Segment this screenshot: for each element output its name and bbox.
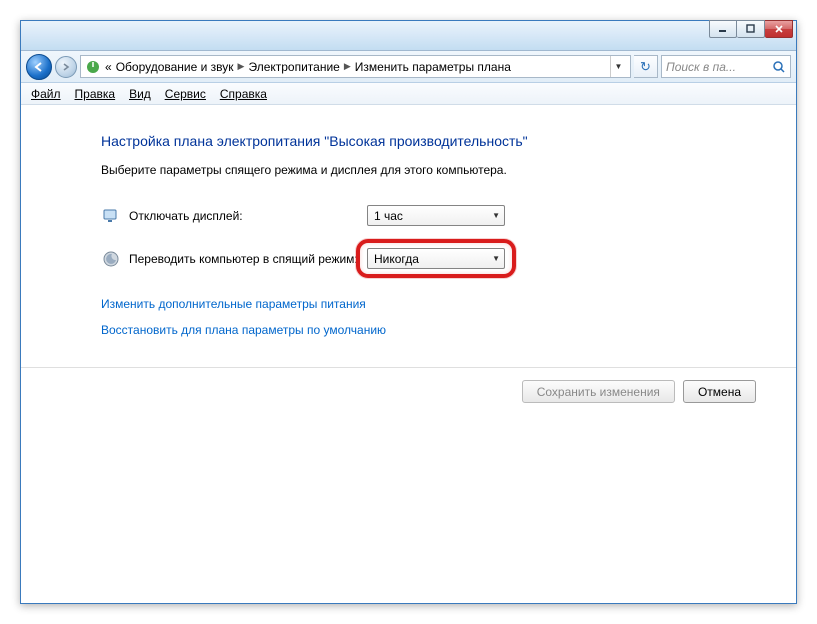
cancel-button[interactable]: Отмена [683,380,756,403]
chevron-down-icon: ▼ [492,211,500,220]
sleep-value: Никогда [374,252,419,266]
chevron-down-icon: ▼ [492,254,500,263]
maximize-icon [746,24,756,34]
breadcrumb-prefix: « [105,60,112,74]
advanced-settings-link[interactable]: Изменить дополнительные параметры питани… [101,297,756,311]
window-controls [709,21,793,38]
sleep-label: Переводить компьютер в спящий режим: [129,252,367,266]
page-title: Настройка плана электропитания "Высокая … [101,133,756,149]
menu-bar: Файл Правка Вид Сервис Справка [21,83,796,105]
content-area: Настройка плана электропитания "Высокая … [21,105,796,603]
menu-edit[interactable]: Правка [69,85,122,103]
chevron-right-icon: ▶ [344,61,351,72]
page-subtitle: Выберите параметры спящего режима и дисп… [101,163,756,177]
display-off-value: 1 час [374,209,403,223]
setting-display-off: Отключать дисплей: 1 час ▼ [101,205,756,226]
menu-view[interactable]: Вид [123,85,157,103]
close-button[interactable] [765,20,793,38]
setting-sleep: Переводить компьютер в спящий режим: Ник… [101,248,756,269]
address-bar: « Оборудование и звук ▶ Электропитание ▶… [21,51,796,83]
menu-file[interactable]: Файл [25,85,67,103]
sleep-combo[interactable]: Никогда ▼ [367,248,505,269]
monitor-icon [101,206,121,226]
arrow-left-icon [33,61,45,73]
close-icon [774,24,784,34]
highlight-annotation: Никогда ▼ [356,239,516,278]
control-panel-window: « Оборудование и звук ▶ Электропитание ▶… [20,20,797,604]
breadcrumb-item[interactable]: Электропитание [248,60,339,74]
forward-button[interactable] [55,56,77,78]
breadcrumb-item[interactable]: Изменить параметры плана [355,60,511,74]
refresh-icon: ↻ [640,59,651,75]
minimize-icon [718,24,728,34]
save-button[interactable]: Сохранить изменения [522,380,675,403]
breadcrumb-dropdown[interactable]: ▼ [610,56,626,77]
minimize-button[interactable] [709,20,737,38]
breadcrumb-item[interactable]: Оборудование и звук [116,60,234,74]
power-plan-icon [85,59,101,75]
menu-help[interactable]: Справка [214,85,273,103]
restore-defaults-link[interactable]: Восстановить для плана параметры по умол… [101,323,756,337]
button-row: Сохранить изменения Отмена [21,367,796,415]
search-icon [772,60,786,74]
search-placeholder: Поиск в па... [666,60,736,74]
display-off-combo[interactable]: 1 час ▼ [367,205,505,226]
titlebar [21,21,796,51]
links-block: Изменить дополнительные параметры питани… [101,297,756,337]
moon-icon [101,249,121,269]
chevron-right-icon: ▶ [238,61,245,72]
back-button[interactable] [26,54,52,80]
arrow-right-icon [61,62,71,72]
menu-tools[interactable]: Сервис [159,85,212,103]
breadcrumb[interactable]: « Оборудование и звук ▶ Электропитание ▶… [80,55,631,78]
refresh-button[interactable]: ↻ [634,55,658,78]
maximize-button[interactable] [737,20,765,38]
display-off-label: Отключать дисплей: [129,209,367,223]
search-input[interactable]: Поиск в па... [661,55,791,78]
